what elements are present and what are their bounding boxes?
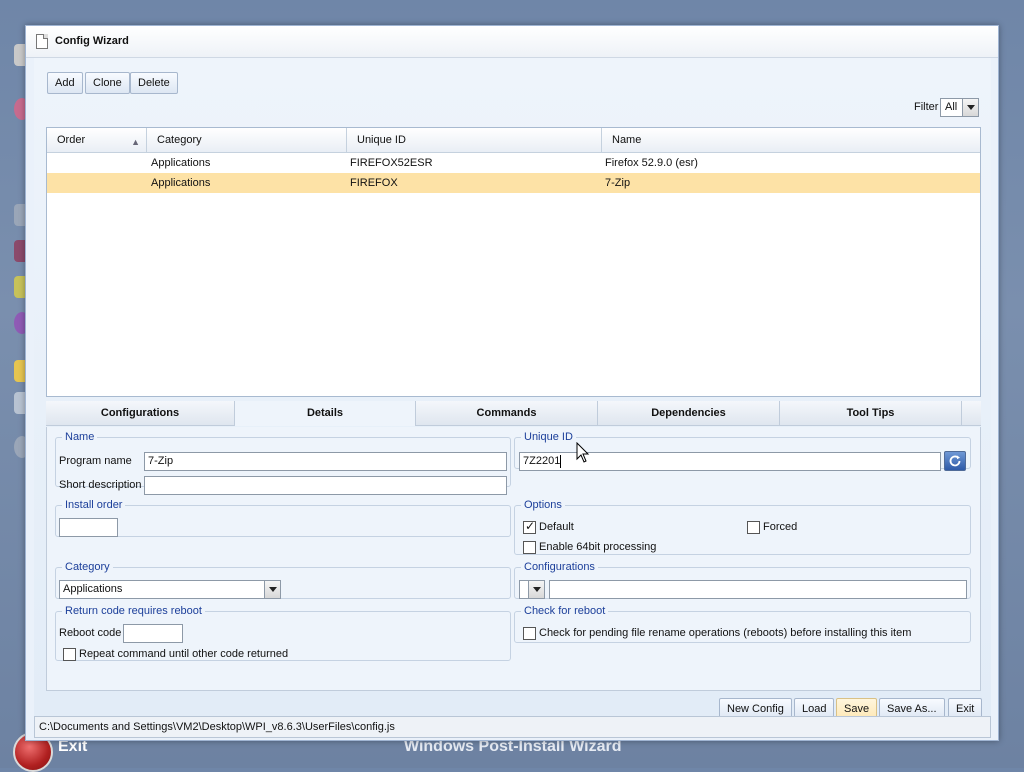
refresh-icon [949, 455, 961, 467]
cell-name: Firefox 52.9.0 (esr) [605, 157, 698, 169]
config-wizard-window: Config Wizard Add Clone Delete Filter Al… [25, 25, 999, 741]
add-button[interactable]: Add [47, 72, 83, 94]
grid-header: Order ▲ Category Unique ID Name [47, 128, 980, 153]
install-order-group: Install order [55, 499, 511, 537]
category-value: Applications [63, 583, 123, 595]
column-header-label: Name [612, 134, 642, 146]
tab-dependencies[interactable]: Dependencies [598, 401, 780, 426]
tab-details[interactable]: Details [235, 401, 416, 426]
column-header-name[interactable]: Name [602, 128, 980, 153]
table-row[interactable]: Applications FIREFOX52ESR Firefox 52.9.0… [47, 153, 980, 173]
column-header-category[interactable]: Category [147, 128, 347, 153]
reboot-code-input[interactable] [123, 624, 183, 643]
chevron-down-icon[interactable] [962, 99, 978, 116]
enable-64bit-checkbox[interactable] [523, 541, 536, 554]
tab-bar: Configurations Details Commands Dependen… [46, 401, 981, 426]
config-file-path: C:\Documents and Settings\VM2\Desktop\WP… [39, 721, 395, 733]
details-panel: Name Program name 7-Zip Short descriptio… [46, 427, 981, 691]
cell-category: Applications [151, 157, 211, 169]
check-reboot-label: Check for pending file rename operations… [539, 627, 912, 639]
short-description-input[interactable] [144, 476, 507, 495]
refresh-button[interactable] [944, 451, 966, 471]
config-grid: Order ▲ Category Unique ID Name Applicat… [46, 127, 981, 397]
sort-icon: ▲ [131, 137, 140, 147]
table-row-selected[interactable]: Applications FIREFOX 7-Zip [47, 173, 980, 193]
chevron-down-icon[interactable] [528, 581, 544, 598]
tab-configurations[interactable]: Configurations [46, 401, 235, 426]
status-bar: C:\Documents and Settings\VM2\Desktop\WP… [34, 716, 991, 738]
cell-name: 7-Zip [605, 177, 631, 189]
configurations-select[interactable] [519, 580, 545, 599]
check-reboot-checkbox[interactable] [523, 627, 536, 640]
configurations-legend: Configurations [524, 561, 595, 573]
install-order-legend: Install order [65, 499, 123, 511]
window-title: Config Wizard [55, 35, 129, 47]
tab-tool-tips[interactable]: Tool Tips [780, 401, 962, 426]
mouse-cursor-icon [576, 442, 590, 463]
delete-button[interactable]: Delete [130, 72, 178, 94]
return-code-legend: Return code requires reboot [65, 605, 202, 617]
program-name-input[interactable]: 7-Zip [144, 452, 507, 471]
chevron-down-icon[interactable] [264, 581, 280, 598]
program-name-label: Program name [59, 455, 132, 467]
filter-select[interactable]: All [940, 98, 979, 117]
repeat-command-checkbox[interactable] [63, 648, 76, 661]
configurations-input[interactable] [549, 580, 967, 599]
reboot-code-label: Reboot code [59, 627, 122, 639]
column-header-label: Category [157, 134, 202, 146]
category-legend: Category [65, 561, 110, 573]
column-header-unique-id[interactable]: Unique ID [347, 128, 602, 153]
unique-id-legend: Unique ID [524, 431, 573, 443]
column-header-label: Unique ID [357, 134, 406, 146]
forced-label: Forced [763, 521, 798, 533]
column-header-label: Order [57, 134, 86, 146]
cell-unique-id: FIREFOX [350, 177, 398, 189]
enable-64bit-label: Enable 64bit processing [539, 541, 657, 553]
title-bar: Config Wizard [26, 26, 998, 58]
document-icon [36, 34, 48, 49]
cell-category: Applications [151, 177, 211, 189]
cell-unique-id: FIREFOX52ESR [350, 157, 433, 169]
unique-id-value: 7Z2201 [523, 455, 561, 467]
options-legend: Options [524, 499, 562, 511]
category-select[interactable]: Applications [59, 580, 281, 599]
repeat-command-label: Repeat command until other code returned [79, 648, 289, 660]
forced-checkbox[interactable] [747, 521, 760, 534]
clone-button[interactable]: Clone [85, 72, 130, 94]
wizard-panel: Add Clone Delete Filter All Order ▲ Cate… [34, 58, 991, 721]
filter-label: Filter [914, 101, 939, 113]
tab-commands[interactable]: Commands [416, 401, 598, 426]
install-order-input[interactable] [59, 518, 118, 537]
check-reboot-legend: Check for reboot [524, 605, 606, 617]
name-legend: Name [65, 431, 95, 443]
column-header-order[interactable]: Order ▲ [47, 128, 147, 153]
default-label: Default [539, 521, 574, 533]
filter-value: All [945, 101, 958, 113]
short-description-label: Short description [59, 479, 142, 491]
default-checkbox[interactable] [523, 519, 536, 534]
